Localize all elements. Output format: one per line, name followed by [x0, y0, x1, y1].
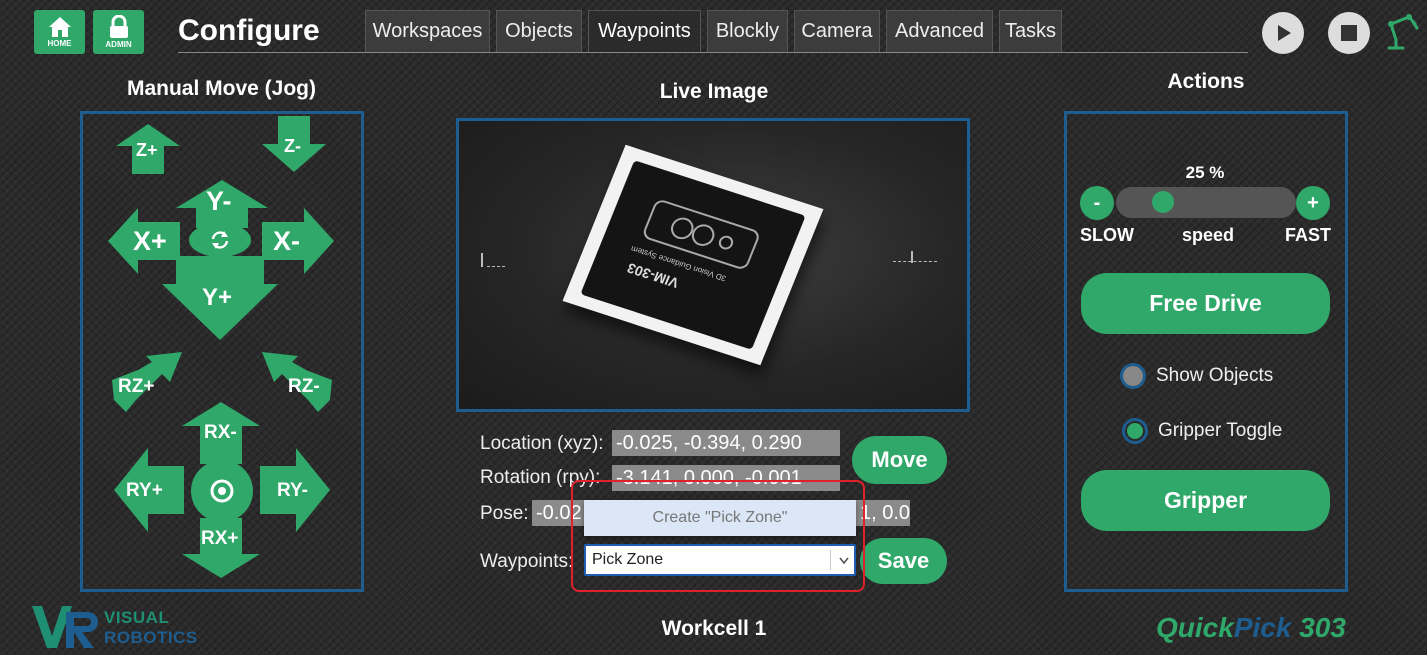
z-minus-label: Z-	[284, 136, 301, 156]
location-label: Location (xyz):	[480, 433, 604, 454]
tab-bar-underline	[178, 52, 1248, 53]
ry-minus-label: RY-	[277, 480, 308, 501]
camera-crosshair-left	[481, 253, 483, 267]
show-objects-label: Show Objects	[1156, 365, 1274, 386]
ry-plus-label: RY+	[126, 480, 163, 501]
camera-crosshair-right-line	[893, 261, 937, 263]
speed-increase-button[interactable]: +	[1296, 186, 1330, 220]
highlight-box	[571, 480, 865, 592]
product-name-number: 303	[1291, 612, 1346, 643]
y-plus-label: Y+	[202, 284, 233, 311]
tab-blockly[interactable]: Blockly	[707, 10, 788, 52]
rz-plus-label: RZ+	[118, 376, 155, 397]
slow-label: SLOW	[1080, 225, 1134, 245]
brand-line2: ROBOTICS	[104, 628, 198, 647]
rz-plus-button[interactable]: RZ+	[112, 352, 182, 412]
jog-center-target-button[interactable]	[190, 460, 254, 522]
y-plus-button[interactable]: Y+	[162, 256, 278, 340]
tab-tasks[interactable]: Tasks	[999, 10, 1062, 52]
ry-plus-button[interactable]: RY+	[114, 448, 184, 532]
speed-decrease-button[interactable]: -	[1080, 186, 1114, 220]
box-print-area: VIM-303 3D Vision Guidance System	[580, 160, 806, 350]
admin-label: ADMIN	[105, 40, 132, 49]
ry-minus-button[interactable]: RY-	[260, 448, 330, 532]
product-name-pick: Pick	[1233, 612, 1292, 643]
actions-heading: Actions	[1167, 70, 1245, 93]
tab-objects[interactable]: Objects	[496, 10, 582, 52]
x-minus-label: X-	[273, 226, 300, 256]
camera-crosshair-left-line	[487, 266, 505, 268]
x-plus-label: X+	[133, 226, 167, 256]
gripper-toggle[interactable]: Gripper Toggle	[1122, 418, 1282, 444]
visual-robotics-logo: VISUAL ROBOTICS	[30, 604, 197, 650]
page-title: Configure	[178, 14, 320, 47]
tab-workspaces[interactable]: Workspaces	[365, 10, 490, 52]
rz-minus-label: RZ-	[288, 376, 320, 397]
tab-camera[interactable]: Camera	[794, 10, 880, 52]
location-field: -0.025, -0.394, 0.290	[612, 430, 840, 456]
home-icon	[48, 17, 71, 37]
pose-label: Pose:	[480, 503, 529, 524]
speed-slider-thumb[interactable]	[1152, 191, 1174, 213]
move-button[interactable]: Move	[852, 436, 947, 484]
workcell-label: Workcell 1	[661, 617, 767, 640]
y-minus-label: Y-	[206, 186, 232, 216]
waypoints-label: Waypoints:	[480, 551, 574, 572]
rz-minus-button[interactable]: RZ-	[262, 352, 332, 412]
live-image-frame: VIM-303 3D Vision Guidance System	[456, 118, 970, 412]
z-plus-label: Z+	[136, 140, 158, 160]
play-button[interactable]	[1262, 12, 1304, 54]
live-image-heading: Live Image	[659, 80, 769, 103]
vim-303-box-image: VIM-303 3D Vision Guidance System	[562, 144, 824, 366]
rx-plus-label: RX+	[201, 528, 239, 549]
tab-waypoints[interactable]: Waypoints	[588, 10, 701, 52]
stop-button[interactable]	[1328, 12, 1370, 54]
rx-minus-label: RX-	[204, 422, 237, 443]
robot-arm-icon[interactable]	[1385, 12, 1419, 50]
play-icon	[1278, 25, 1291, 41]
home-button[interactable]: HOME	[34, 10, 85, 54]
gripper-toggle-label: Gripper Toggle	[1158, 420, 1283, 441]
vr-logo-icon	[32, 606, 98, 648]
jog-heading: Manual Move (Jog)	[126, 77, 316, 100]
admin-button[interactable]: ADMIN	[93, 10, 144, 54]
rx-plus-button[interactable]: RX+	[182, 518, 260, 578]
brand-line1: VISUAL	[104, 608, 170, 627]
z-plus-button[interactable]: Z+	[116, 124, 180, 174]
lock-icon	[109, 15, 128, 38]
z-minus-button[interactable]: Z-	[262, 116, 326, 172]
refresh-icon	[211, 231, 229, 249]
camera-crosshair-right	[911, 251, 913, 263]
stop-icon	[1341, 25, 1357, 41]
free-drive-button[interactable]: Free Drive	[1081, 273, 1330, 334]
show-objects-toggle[interactable]: Show Objects	[1120, 363, 1273, 389]
gripper-toggle-radio[interactable]	[1122, 418, 1148, 444]
speed-slider-track[interactable]	[1116, 187, 1296, 218]
tab-advanced[interactable]: Advanced	[886, 10, 993, 52]
jog-center-reset-button[interactable]	[188, 222, 252, 258]
home-label: HOME	[47, 39, 72, 48]
rx-minus-button[interactable]: RX-	[182, 402, 260, 464]
speed-label: speed	[1182, 225, 1235, 245]
product-name: QuickPick 303	[1156, 612, 1346, 644]
product-name-quick: Quick	[1156, 612, 1234, 643]
fast-label: FAST	[1285, 225, 1332, 245]
speed-percent: 25 %	[1185, 163, 1225, 182]
save-button[interactable]: Save	[860, 538, 947, 584]
y-minus-button[interactable]: Y-	[176, 180, 268, 228]
show-objects-radio[interactable]	[1120, 363, 1146, 389]
gripper-button[interactable]: Gripper	[1081, 470, 1330, 531]
